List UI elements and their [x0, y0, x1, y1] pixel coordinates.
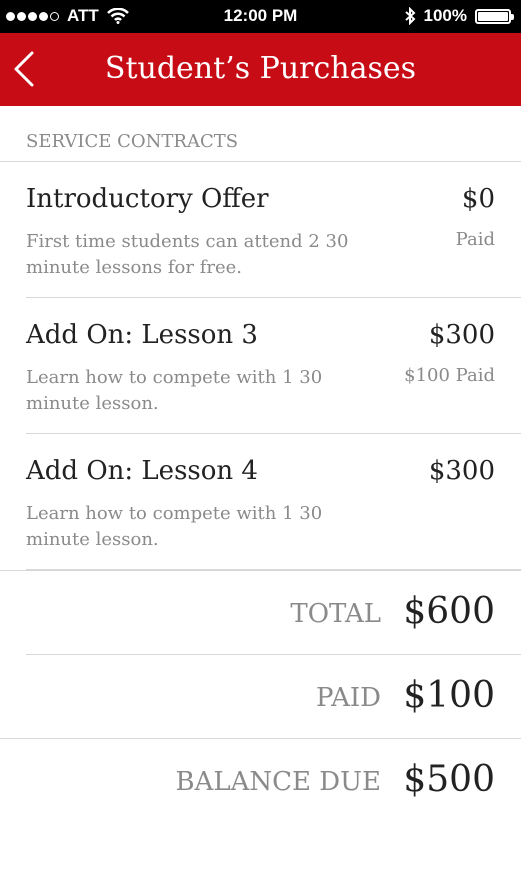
item-price: $300 [428, 320, 495, 350]
item-description: Learn how to compete with 1 30 minute le… [26, 503, 323, 550]
totals-section: TOTAL $600 PAID $100 BALANCE DUE $500 [0, 570, 521, 823]
item-description: Learn how to compete with 1 30 minute le… [26, 367, 323, 414]
section-heading: SERVICE CONTRACTS [0, 106, 521, 162]
battery-icon [475, 8, 514, 24]
battery-percent: 100% [423, 6, 467, 25]
item-title: Add On: Lesson 4 [26, 456, 258, 486]
status-right: 100% [404, 6, 514, 26]
item-status: $100 Paid [404, 365, 495, 386]
nav-bar: Student’s Purchases [0, 33, 521, 106]
bluetooth-icon [404, 7, 415, 25]
list-item[interactable]: Add On: Lesson 3 Learn how to compete wi… [26, 298, 521, 434]
paid-label: PAID [316, 683, 381, 713]
list-item[interactable]: Add On: Lesson 4 Learn how to compete wi… [26, 434, 521, 570]
item-status: Paid [455, 229, 495, 250]
list-item[interactable]: Introductory Offer First time students c… [26, 162, 521, 298]
item-title: Add On: Lesson 3 [26, 320, 258, 350]
status-bar: ATT 12:00 PM 100% [0, 0, 521, 33]
balance-row: BALANCE DUE $500 [0, 739, 521, 823]
item-description: First time students can attend 2 30 minu… [26, 231, 349, 278]
balance-label: BALANCE DUE [175, 767, 381, 797]
item-title: Introductory Offer [26, 184, 269, 214]
total-value: $600 [403, 591, 495, 632]
paid-value: $100 [403, 675, 495, 716]
item-price: $0 [461, 184, 495, 214]
item-price: $300 [428, 456, 495, 486]
page-title: Student’s Purchases [104, 51, 417, 86]
paid-row: PAID $100 [0, 655, 521, 739]
total-label: TOTAL [290, 599, 381, 629]
total-row: TOTAL $600 [26, 571, 521, 655]
balance-value: $500 [403, 759, 495, 800]
